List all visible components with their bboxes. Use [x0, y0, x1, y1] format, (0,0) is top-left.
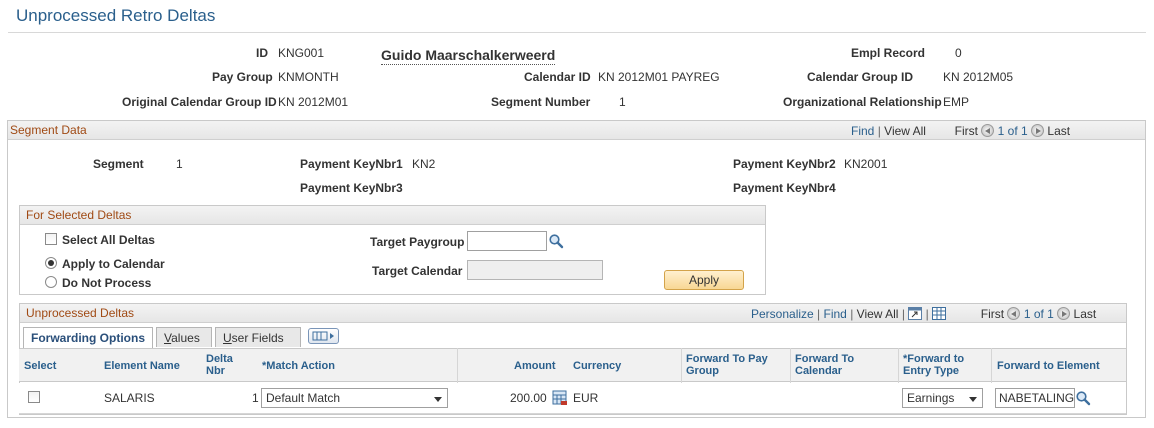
keynbr2-label: Payment KeyNbr2: [733, 157, 836, 171]
chevron-down-icon: [969, 397, 977, 402]
match-action-value: Default Match: [266, 391, 341, 405]
first-arrow-icon[interactable]: [981, 124, 995, 137]
segment-count: 1 of 1: [997, 124, 1028, 138]
col-select: Select: [24, 360, 57, 372]
first-arrow-icon[interactable]: [1007, 307, 1021, 320]
segment-data-title: Segment Data: [10, 123, 87, 137]
nav-separator: |: [817, 307, 821, 321]
last-arrow-icon[interactable]: [1057, 307, 1071, 320]
selected-deltas-header: For Selected Deltas: [20, 206, 765, 225]
nav-separator: |: [925, 307, 929, 321]
target-paygroup-label: Target Paygroup: [370, 235, 465, 249]
pay-group-label: Pay Group: [212, 70, 273, 84]
calculator-icon[interactable]: [552, 390, 568, 406]
find-link[interactable]: Find: [824, 307, 847, 321]
nav-separator: |: [850, 307, 854, 321]
col-element-name[interactable]: Element Name: [104, 360, 180, 372]
col-amount[interactable]: Amount: [514, 360, 556, 372]
employee-name[interactable]: Guido Maarschalkerweerd: [381, 47, 556, 65]
zoom-icon[interactable]: [908, 307, 923, 320]
keynbr2-value: KN2001: [844, 157, 888, 171]
segment-nav: Find | View All First 1 of 1 Last: [851, 124, 1070, 138]
show-all-columns-icon[interactable]: [308, 328, 339, 344]
org-rel-label: Organizational Relationship: [783, 95, 942, 109]
page-title: Unprocessed Retro Deltas: [16, 6, 216, 25]
apply-to-calendar-radio[interactable]: [45, 257, 57, 269]
orig-cal-group-value: KN 2012M01: [278, 95, 349, 109]
do-not-process-label: Do Not Process: [62, 276, 152, 290]
empl-record-label: Empl Record: [851, 46, 926, 60]
unprocessed-count: 1 of 1: [1023, 307, 1054, 321]
keynbr1-label: Payment KeyNbr1: [300, 157, 403, 171]
row-amount: 200.00: [510, 391, 547, 405]
col-delta-nbr[interactable]: Delta Nbr: [206, 353, 240, 377]
lookup-icon[interactable]: [1075, 390, 1091, 406]
col-fwd-pay-group[interactable]: Forward To Pay Group: [686, 353, 782, 377]
target-paygroup-input[interactable]: [467, 231, 547, 251]
segment-number-label: Segment Number: [491, 95, 591, 109]
keynbr4-label: Payment KeyNbr4: [733, 181, 836, 195]
unprocessed-nav: Personalize | Find | View All | | First …: [751, 307, 1096, 321]
id-label: ID: [256, 46, 268, 60]
selected-deltas-title: For Selected Deltas: [26, 208, 132, 222]
apply-button[interactable]: Apply: [664, 270, 744, 290]
tab-values[interactable]: Values: [156, 327, 212, 347]
nav-separator: |: [877, 124, 881, 138]
tab-forwarding-options[interactable]: Forwarding Options: [23, 327, 153, 348]
target-calendar-label: Target Calendar: [372, 264, 463, 278]
show-all-columns-glyph: [312, 331, 334, 341]
lookup-icon[interactable]: [548, 233, 564, 249]
id-value: KNG001: [278, 46, 325, 60]
segment-label: Segment: [93, 157, 144, 171]
target-calendar-input: [467, 260, 603, 280]
calendar-id-value: KN 2012M01 PAYREG: [598, 70, 720, 84]
row-element-name: SALARIS: [104, 391, 155, 405]
tab-user-fields[interactable]: User Fields: [215, 327, 301, 347]
pay-group-value: KNMONTH: [278, 70, 339, 84]
unprocessed-first-label: First: [980, 307, 1005, 321]
personalize-link[interactable]: Personalize: [751, 307, 814, 321]
view-all-link[interactable]: View All: [857, 307, 899, 321]
fwd-element-input[interactable]: NABETALING: [995, 388, 1075, 408]
segment-view-all[interactable]: View All: [884, 124, 926, 138]
title-divider: [8, 32, 1146, 33]
empl-record-value: 0: [955, 46, 962, 60]
col-fwd-entry-type[interactable]: *Forward to Entry Type: [903, 353, 985, 377]
calendar-id-label: Calendar ID: [524, 70, 591, 84]
calendar-group-id-label: Calendar Group ID: [807, 70, 914, 84]
segment-last-label: Last: [1047, 124, 1071, 138]
row-delta-nbr: 1: [252, 391, 259, 405]
apply-to-calendar-label: Apply to Calendar: [62, 257, 165, 271]
orig-cal-group-label: Original Calendar Group ID: [122, 95, 277, 109]
org-rel-value: EMP: [943, 95, 970, 109]
segment-first-label: First: [954, 124, 978, 138]
col-match-action[interactable]: *Match Action: [262, 360, 335, 372]
chevron-down-icon: [434, 397, 442, 402]
row-select-checkbox[interactable]: [28, 391, 40, 403]
entry-type-select[interactable]: Earnings: [902, 388, 983, 408]
segment-number-value: 1: [619, 95, 626, 109]
nav-separator: |: [901, 307, 905, 321]
do-not-process-radio[interactable]: [45, 276, 57, 288]
segment-value: 1: [176, 157, 183, 171]
unprocessed-deltas-title: Unprocessed Deltas: [26, 306, 135, 320]
col-currency[interactable]: Currency: [573, 360, 621, 372]
keynbr1-value: KN2: [412, 157, 436, 171]
download-icon[interactable]: [932, 307, 947, 320]
row-currency: EUR: [573, 391, 599, 405]
last-arrow-icon[interactable]: [1031, 124, 1045, 137]
select-all-deltas-checkbox[interactable]: [45, 233, 57, 245]
select-all-deltas-label: Select All Deltas: [62, 233, 155, 247]
keynbr3-label: Payment KeyNbr3: [300, 181, 403, 195]
unprocessed-last-label: Last: [1073, 307, 1097, 321]
col-fwd-element[interactable]: Forward to Element: [997, 360, 1100, 372]
segment-find-link[interactable]: Find: [851, 124, 874, 138]
match-action-select[interactable]: Default Match: [261, 388, 448, 408]
calendar-group-id-value: KN 2012M05: [943, 70, 1014, 84]
entry-type-value: Earnings: [907, 391, 955, 405]
col-fwd-calendar[interactable]: Forward To Calendar: [795, 353, 875, 377]
